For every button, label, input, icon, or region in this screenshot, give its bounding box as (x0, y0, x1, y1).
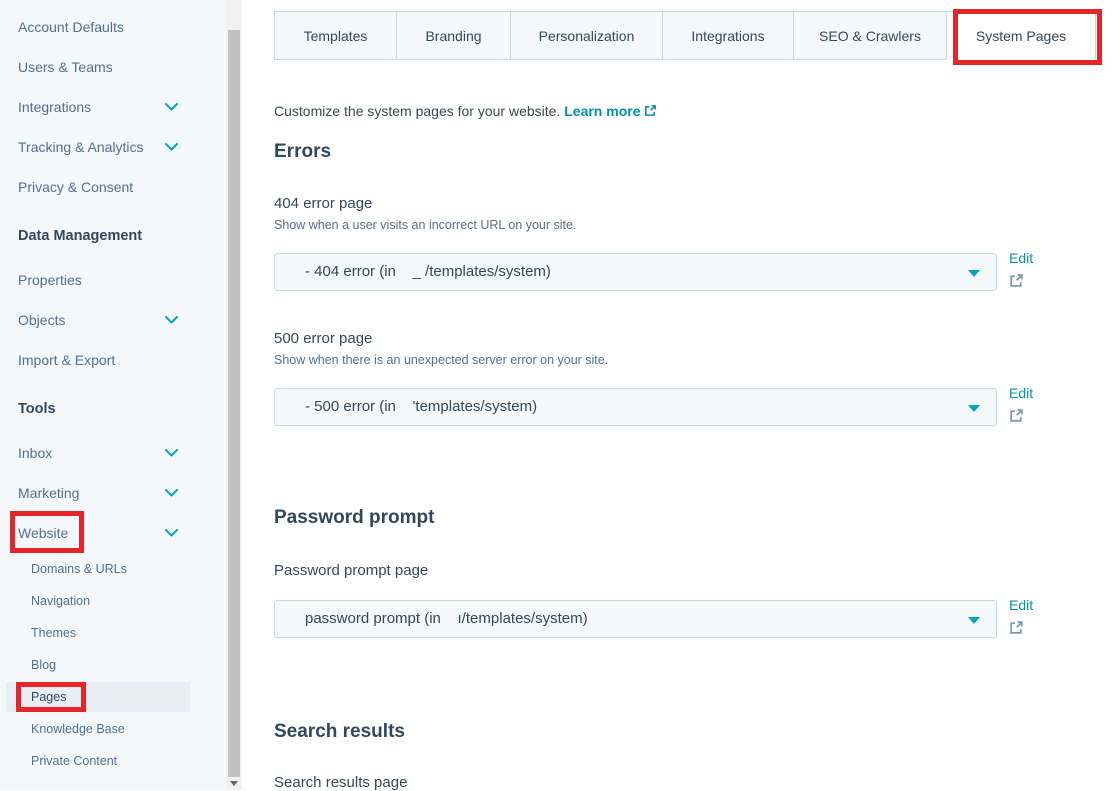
sidebar-item-label: Users & Teams (18, 59, 113, 75)
sidebar-item-label: Properties (18, 272, 82, 288)
errors-section-title: Errors (274, 141, 331, 163)
tab-system-pages[interactable]: System Pages (946, 11, 1096, 60)
caret-down-icon (968, 617, 980, 624)
sidebar-item-label: Tracking & Analytics (18, 139, 144, 155)
sidebar-item-private-content[interactable]: Private Content (0, 745, 226, 777)
sidebar-item-label: Account Defaults (18, 19, 124, 35)
404-error-page-description: Show when a user visits an incorrect URL… (274, 218, 576, 232)
external-link-icon[interactable] (1009, 408, 1069, 428)
password-template-select[interactable]: password prompt (in ı/templates/system) (274, 600, 997, 638)
sidebar-scrollbar[interactable] (226, 0, 242, 790)
sidebar-item-objects[interactable]: Objects (0, 300, 226, 340)
sidebar-item-integrations[interactable]: Integrations (0, 87, 226, 127)
scrollbar-down-arrow-icon[interactable] (230, 781, 238, 786)
chevron-down-icon (165, 103, 178, 111)
sidebar-item-inbox[interactable]: Inbox (0, 433, 226, 473)
404-template-select[interactable]: - 404 error (in _ /templates/system) (274, 253, 997, 291)
404-edit-column: Edit (1009, 253, 1069, 293)
caret-down-icon (968, 270, 980, 277)
sidebar-item-label: Integrations (18, 99, 91, 115)
chevron-down-icon (165, 143, 178, 151)
intro-text: Customize the system pages for your webs… (274, 103, 657, 119)
404-error-row: - 404 error (in _ /templates/system) Edi… (274, 253, 1069, 293)
500-edit-link[interactable]: Edit (1009, 385, 1069, 401)
tab-branding[interactable]: Branding (396, 11, 511, 60)
sidebar-item-themes[interactable]: Themes (0, 617, 226, 649)
password-prompt-row: password prompt (in ı/templates/system) … (274, 600, 1069, 640)
external-link-icon[interactable] (1009, 273, 1069, 293)
sidebar-item-account-defaults[interactable]: Account Defaults (0, 7, 226, 47)
sidebar-item-label: Inbox (18, 445, 52, 461)
tab-personalization[interactable]: Personalization (510, 11, 663, 60)
404-edit-link[interactable]: Edit (1009, 250, 1069, 266)
sidebar-item-navigation[interactable]: Navigation (0, 585, 226, 617)
404-template-selected-value: - 404 error (in _ /templates/system) (275, 254, 996, 290)
system-pages-panel: Templates Branding Personalization Integ… (242, 0, 1117, 790)
learn-more-link[interactable]: Learn more (564, 103, 657, 119)
tab-templates[interactable]: Templates (274, 11, 397, 60)
sidebar-item-label: Import & Export (18, 352, 115, 368)
500-error-row: - 500 error (in 'templates/system) Edit (274, 388, 1069, 428)
sidebar-item-knowledge-base[interactable]: Knowledge Base (0, 713, 226, 745)
sidebar-item-tracking-analytics[interactable]: Tracking & Analytics (0, 127, 226, 167)
chevron-down-icon (165, 316, 178, 324)
search-results-section-title: Search results (274, 721, 405, 743)
caret-down-icon (968, 405, 980, 412)
password-prompt-page-label: Password prompt page (274, 562, 428, 579)
500-template-selected-value: - 500 error (in 'templates/system) (275, 389, 996, 425)
sidebar-item-domains-urls[interactable]: Domains & URLs (0, 553, 226, 585)
sidebar-item-pages[interactable]: Pages (6, 682, 190, 712)
sidebar-item-label: Objects (18, 312, 65, 328)
sidebar-item-website[interactable]: Website (0, 513, 226, 553)
password-prompt-section-title: Password prompt (274, 507, 434, 529)
chevron-down-icon (165, 529, 178, 537)
sidebar-item-label: Website (18, 525, 68, 541)
sidebar-header-data-management: Data Management (0, 216, 226, 256)
password-template-selected-value: password prompt (in ı/templates/system) (275, 601, 996, 637)
sidebar-item-blog[interactable]: Blog (0, 649, 226, 681)
external-link-icon[interactable] (1009, 620, 1069, 640)
sidebar-item-label: Privacy & Consent (18, 179, 133, 195)
500-error-page-description: Show when there is an unexpected server … (274, 353, 608, 367)
sidebar-header-tools: Tools (0, 389, 226, 429)
sidebar-item-marketing[interactable]: Marketing (0, 473, 226, 513)
tab-integrations[interactable]: Integrations (662, 11, 794, 60)
500-template-select[interactable]: - 500 error (in 'templates/system) (274, 388, 997, 426)
chevron-down-icon (165, 449, 178, 457)
search-results-page-label: Search results page (274, 774, 407, 791)
settings-sidebar: Account Defaults Users & Teams Integrati… (0, 0, 226, 790)
password-edit-column: Edit (1009, 600, 1069, 640)
password-edit-link[interactable]: Edit (1009, 597, 1069, 613)
sidebar-item-users-teams[interactable]: Users & Teams (0, 47, 226, 87)
sidebar-item-label: Marketing (18, 485, 79, 501)
sidebar-item-privacy-consent[interactable]: Privacy & Consent (0, 167, 226, 207)
external-link-icon (644, 104, 657, 117)
404-error-page-label: 404 error page (274, 195, 372, 212)
tab-seo-crawlers[interactable]: SEO & Crawlers (793, 11, 947, 60)
sidebar-item-properties[interactable]: Properties (0, 260, 226, 300)
scrollbar-thumb[interactable] (228, 30, 240, 777)
settings-tabs: Templates Branding Personalization Integ… (274, 11, 1096, 60)
500-error-page-label: 500 error page (274, 330, 372, 347)
500-edit-column: Edit (1009, 388, 1069, 428)
sidebar-item-import-export[interactable]: Import & Export (0, 340, 226, 380)
chevron-down-icon (165, 489, 178, 497)
